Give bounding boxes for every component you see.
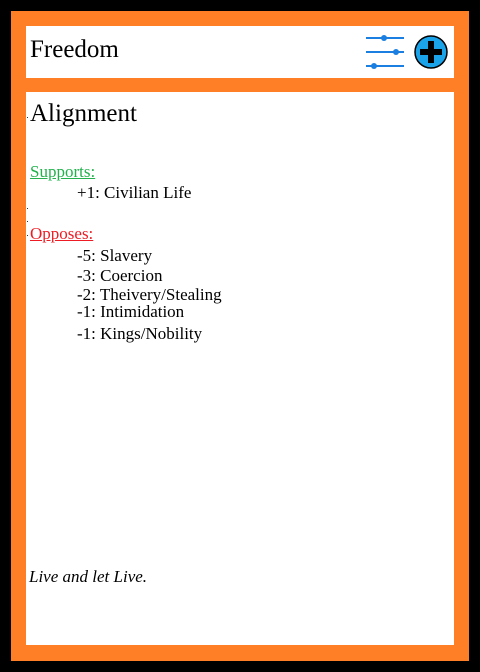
sliders-icon bbox=[366, 35, 404, 69]
supports-item: +1: Civilian Life bbox=[77, 183, 192, 202]
opposes-item: -1: Intimidation bbox=[77, 302, 185, 321]
opposes-label: Opposes: bbox=[30, 224, 94, 243]
opposes-item: -1: Kings/Nobility bbox=[77, 324, 203, 343]
stray-dot bbox=[27, 221, 28, 222]
motto-text: Live and let Live. bbox=[29, 567, 148, 586]
settings-button[interactable] bbox=[364, 34, 408, 70]
plus-circle-icon bbox=[414, 35, 448, 69]
supports-label: Supports: bbox=[30, 162, 96, 181]
opposes-item: -5: Slavery bbox=[77, 246, 153, 265]
add-button[interactable] bbox=[414, 35, 448, 69]
card-header: Freedom bbox=[26, 26, 454, 78]
stray-dot bbox=[27, 208, 28, 209]
stray-dot bbox=[27, 117, 28, 118]
stray-dot bbox=[27, 235, 28, 236]
alignment-heading: Alignment bbox=[30, 100, 137, 127]
opposes-item: -2: Theivery/Stealing bbox=[77, 285, 222, 304]
card-title: Freedom bbox=[30, 36, 119, 63]
opposes-item: -3: Coercion bbox=[77, 266, 163, 285]
alignment-panel: Alignment Supports: +1: Civilian Life Op… bbox=[26, 92, 454, 645]
